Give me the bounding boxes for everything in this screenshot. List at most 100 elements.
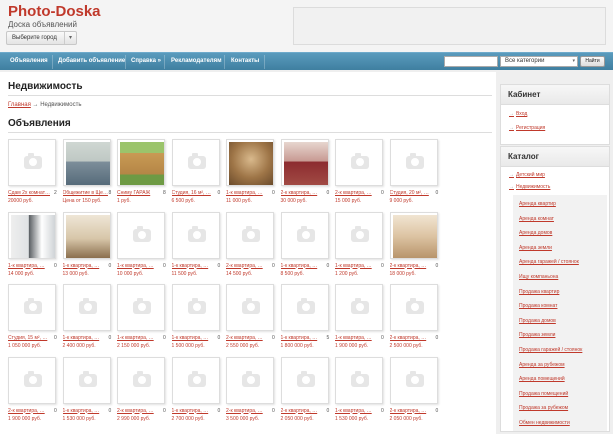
listing-card[interactable]: 2-к квартира, … 0 3 500 000 руб. bbox=[226, 356, 278, 429]
listing-thumbnail[interactable] bbox=[226, 139, 274, 186]
listing-title[interactable]: 1-к квартира, … bbox=[63, 408, 109, 414]
listing-title[interactable]: 1-к квартира, … bbox=[281, 263, 327, 269]
nav-item-contacts[interactable]: Контакты bbox=[231, 58, 259, 64]
catalog-link-kids[interactable]: → Детский мир bbox=[509, 172, 545, 178]
site-logo[interactable]: Photo-Doska bbox=[8, 3, 101, 20]
listing-thumbnail[interactable] bbox=[335, 356, 383, 404]
listing-card[interactable]: 1-к квартира, … 0 1 200 руб. bbox=[335, 211, 387, 284]
listing-thumbnail[interactable] bbox=[280, 284, 329, 331]
listing-title[interactable]: Студия, 20 м², … bbox=[390, 190, 436, 196]
listing-card[interactable]: 2-к квартира, … 0 2 990 000 руб. bbox=[117, 356, 169, 429]
listing-thumbnail[interactable] bbox=[117, 356, 165, 404]
listing-thumbnail[interactable] bbox=[389, 139, 438, 186]
listing-thumbnail[interactable] bbox=[280, 139, 329, 186]
listing-title[interactable]: 1-к квартира, … bbox=[172, 263, 218, 269]
listing-thumbnail[interactable] bbox=[171, 139, 220, 186]
listing-thumbnail[interactable] bbox=[226, 284, 274, 331]
listing-card[interactable]: Студия, 16 м², … 0 6 500 руб. bbox=[171, 139, 224, 211]
listing-card[interactable]: Сдам 2х комнат… 2 20000 руб. bbox=[8, 139, 60, 211]
listing-thumbnail[interactable] bbox=[8, 211, 56, 259]
realty-subcategory-link[interactable]: Аренда домов bbox=[519, 230, 552, 236]
listing-card[interactable]: 1-к квартира, … 0 11 000 руб. bbox=[226, 139, 278, 211]
listing-thumbnail[interactable] bbox=[335, 284, 383, 331]
listing-card[interactable]: 1-к квартира, … 0 14 000 руб. bbox=[8, 211, 60, 284]
listing-title[interactable]: Общежитие в Ще… bbox=[63, 190, 109, 196]
listing-title[interactable]: 2-к квартира, … bbox=[226, 408, 272, 414]
listing-card[interactable]: 2-к квартира, … 0 30 000 руб. bbox=[280, 139, 333, 211]
nav-item-listings[interactable]: Объявления bbox=[10, 58, 48, 64]
listing-title[interactable]: 1-к квартира, … bbox=[281, 335, 327, 341]
listing-title[interactable]: 2-к квартира, … bbox=[281, 190, 327, 196]
realty-subcategory-link[interactable]: Аренда земли bbox=[519, 245, 552, 251]
listing-thumbnail[interactable] bbox=[389, 356, 438, 404]
breadcrumb-home-link[interactable]: Главная bbox=[8, 102, 31, 108]
listing-thumbnail[interactable] bbox=[335, 139, 383, 186]
listing-card[interactable]: 2-к квартира, … 0 2 550 000 руб. bbox=[226, 284, 278, 356]
listing-thumbnail[interactable] bbox=[117, 139, 165, 186]
nav-item-help[interactable]: Справка » bbox=[131, 58, 161, 64]
listing-title[interactable]: 2-к квартира, … bbox=[8, 408, 54, 414]
listing-title[interactable]: Студия, 16 м², … bbox=[172, 190, 218, 196]
listing-card[interactable]: 2-к квартира, … 0 2 050 000 руб. bbox=[280, 356, 333, 429]
listing-thumbnail[interactable] bbox=[389, 211, 438, 259]
listing-thumbnail[interactable] bbox=[62, 284, 111, 331]
realty-subcategory-link[interactable]: Ищу компаньона bbox=[519, 274, 558, 280]
realty-subcategory-link[interactable]: Аренда комнат bbox=[519, 216, 554, 222]
listing-card[interactable]: 1-к квартира, … 0 8 500 руб. bbox=[280, 211, 333, 284]
listing-title[interactable]: 1-к квартира, … bbox=[335, 335, 381, 341]
realty-subcategory-link[interactable]: Продажа комнат bbox=[519, 303, 557, 309]
nav-item-advertisers[interactable]: Рекламодателям bbox=[171, 58, 222, 64]
listing-title[interactable]: 1-к квартира, … bbox=[335, 408, 381, 414]
listing-title[interactable]: 2-к квартира, … bbox=[117, 408, 163, 414]
realty-subcategory-link[interactable]: Продажа помещений bbox=[519, 391, 568, 397]
listing-thumbnail[interactable] bbox=[62, 211, 111, 259]
listing-card[interactable]: 1-к квартира, … 0 1 530 000 руб. bbox=[62, 356, 115, 429]
listing-thumbnail[interactable] bbox=[171, 284, 220, 331]
listing-card[interactable]: Сниму ГАРАЖ 8 1 руб. bbox=[117, 139, 169, 211]
listing-title[interactable]: 2-к квартира, … bbox=[281, 408, 327, 414]
listing-card[interactable]: 1-к квартира, … 0 10 000 руб. bbox=[117, 211, 169, 284]
listing-title[interactable]: 2-к квартира, … bbox=[335, 190, 381, 196]
listing-title[interactable]: 1-к квартира, … bbox=[335, 263, 381, 269]
listing-card[interactable]: 1-к квартира, … 0 1 530 000 руб. bbox=[335, 356, 387, 429]
listing-thumbnail[interactable] bbox=[8, 284, 56, 331]
category-select[interactable]: Все категории ▾ bbox=[500, 56, 578, 67]
login-link[interactable]: → Вход bbox=[509, 111, 527, 117]
realty-subcategory-link[interactable]: Обмен недвижимости bbox=[519, 420, 570, 426]
listing-title[interactable]: Сниму ГАРАЖ bbox=[117, 190, 163, 196]
search-input[interactable] bbox=[444, 56, 498, 67]
listing-title[interactable]: 1-к квартира, … bbox=[172, 335, 218, 341]
listing-thumbnail[interactable] bbox=[8, 139, 56, 186]
listing-card[interactable]: 1-к квартира, … 0 2 700 000 руб. bbox=[171, 356, 224, 429]
listing-card[interactable]: 1-к квартира, … 0 2 150 000 руб. bbox=[117, 284, 169, 356]
listing-title[interactable]: 1-к квартира, … bbox=[8, 263, 54, 269]
realty-subcategory-link[interactable]: Продажа гаражей / стоянок bbox=[519, 347, 582, 353]
realty-subcategory-link[interactable]: Аренда квартир bbox=[519, 201, 556, 207]
listing-title[interactable]: 2-к квартира, … bbox=[390, 408, 436, 414]
search-button[interactable]: Найти bbox=[580, 56, 605, 67]
listing-card[interactable]: Студия, 20 м², … 0 9 000 руб. bbox=[389, 139, 442, 211]
listing-title[interactable]: 1-к квартира, … bbox=[172, 408, 218, 414]
listing-thumbnail[interactable] bbox=[389, 284, 438, 331]
listing-card[interactable]: Общежитие в Ще… 8 Цена от 150 руб. bbox=[62, 139, 115, 211]
listing-title[interactable]: 1-к квартира, … bbox=[117, 263, 163, 269]
listing-thumbnail[interactable] bbox=[171, 356, 220, 404]
listing-title[interactable]: 1-к квартира, … bbox=[117, 335, 163, 341]
listing-title[interactable]: 1-к квартира, … bbox=[226, 190, 272, 196]
listing-title[interactable]: Сдам 2х комнат… bbox=[8, 190, 54, 196]
listing-title[interactable]: Студия, 15 м², … bbox=[8, 335, 54, 341]
realty-subcategory-link[interactable]: Продажа квартир bbox=[519, 289, 559, 295]
listing-card[interactable]: 1-к квартира, … 0 13 000 руб. bbox=[62, 211, 115, 284]
listing-title[interactable]: 2-к квартира, … bbox=[226, 335, 272, 341]
listing-thumbnail[interactable] bbox=[335, 211, 383, 259]
listing-card[interactable]: 2-к квартира, … 0 15 000 руб. bbox=[335, 139, 387, 211]
listing-card[interactable]: 1-к квартира, … 0 2 400 000 руб. bbox=[62, 284, 115, 356]
listing-thumbnail[interactable] bbox=[62, 139, 111, 186]
listing-card[interactable]: 2-к квартира, … 0 2 050 000 руб. bbox=[389, 356, 442, 429]
listing-thumbnail[interactable] bbox=[8, 356, 56, 404]
realty-subcategory-link[interactable]: Продажа домов bbox=[519, 318, 556, 324]
listing-card[interactable]: Студия, 15 м², … 0 1 050 000 руб. bbox=[8, 284, 60, 356]
register-link[interactable]: → Регистрация bbox=[509, 125, 545, 131]
listing-thumbnail[interactable] bbox=[62, 356, 111, 404]
listing-card[interactable]: 1-к квартира, … 0 11 500 руб. bbox=[171, 211, 224, 284]
